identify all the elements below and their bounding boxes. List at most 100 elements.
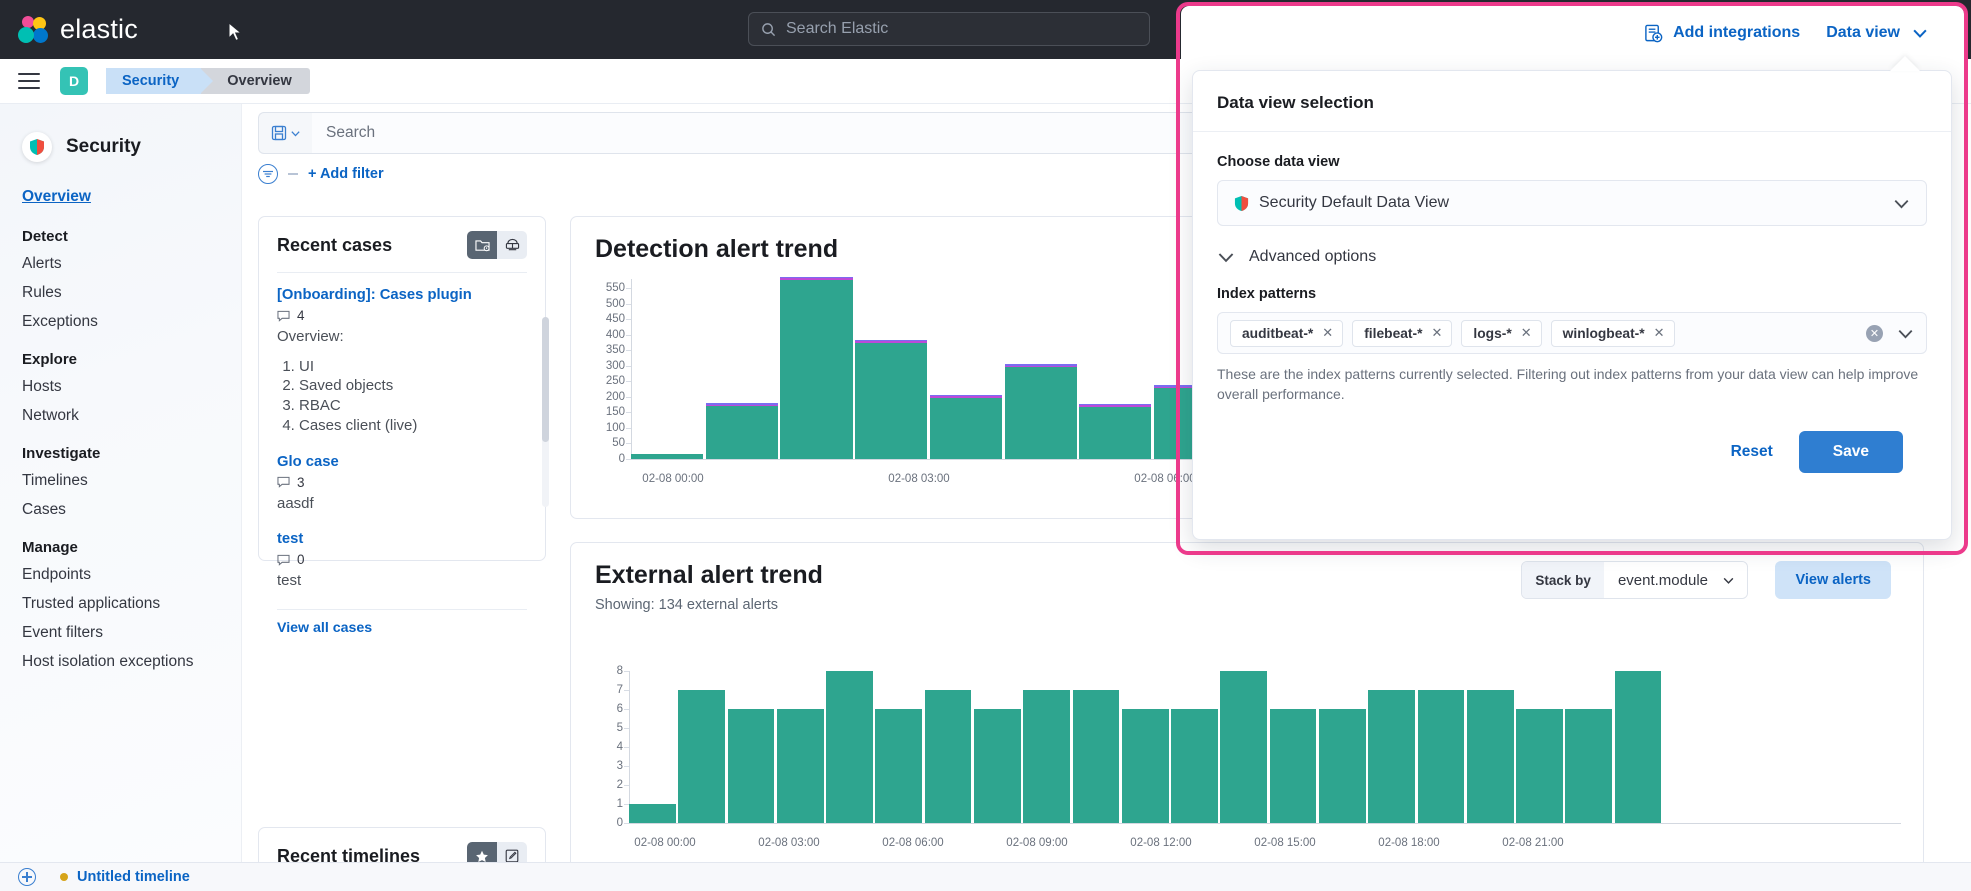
add-timeline-icon[interactable] [18,868,36,886]
case-link[interactable]: [Onboarding]: Cases plugin [277,287,527,303]
elastic-logo-icon [18,15,48,44]
recently-created-cases-icon[interactable] [467,231,497,259]
sidebar-item-trusted-applications[interactable]: Trusted applications [22,595,241,613]
view-all-cases-link[interactable]: View all cases [259,610,545,646]
bar[interactable] [1516,709,1563,823]
breadcrumb-item-overview[interactable]: Overview [201,68,310,94]
reset-button[interactable]: Reset [1731,443,1773,461]
saved-query-button[interactable] [258,112,312,154]
bar-cap-secondary [855,339,928,342]
sidebar-item-event-filters[interactable]: Event filters [22,624,241,642]
data-view-toggle-label: Data view [1826,24,1900,41]
bar[interactable] [1565,709,1613,823]
bar[interactable] [1368,690,1415,823]
sidebar-item-endpoints[interactable]: Endpoints [22,566,241,584]
bar[interactable] [1614,671,1662,823]
bar[interactable] [705,403,778,459]
filter-divider [288,173,298,175]
index-pattern-pill[interactable]: winlogbeat-* ✕ [1550,319,1675,347]
bar[interactable] [1004,364,1077,459]
bar[interactable] [1466,690,1514,823]
x-axis-tick-label: 02-08 03:00 [758,837,820,849]
elastic-logo[interactable]: elastic [18,14,138,45]
data-view-select[interactable]: Security Default Data View [1217,180,1927,226]
sidebar-item-host-isolation-exceptions[interactable]: Host isolation exceptions [22,653,241,671]
bar[interactable] [727,709,775,823]
view-alerts-button[interactable]: View alerts [1775,561,1891,599]
bar[interactable] [1318,709,1366,823]
add-integrations-button[interactable]: Add integrations [1644,24,1800,43]
x-axis-tick-label: 02-08 00:00 [634,837,696,849]
filter-icon[interactable] [258,164,278,184]
stack-by-select[interactable]: Stack by event.module [1521,561,1748,599]
y-axis-tick-label: 200 [605,390,625,403]
untitled-timeline-link[interactable]: Untitled timeline [77,869,190,885]
bar[interactable] [1072,690,1120,823]
case-description-list: UI Saved objects RBAC Cases client (live… [299,357,527,436]
list-item: Glo case 3 aasdf [277,454,527,514]
remove-pill-icon[interactable]: ✕ [1521,325,1532,341]
popover-footer: Reset Save [1217,405,1927,473]
bar[interactable] [780,276,853,459]
advanced-options-toggle[interactable]: Advanced options [1217,248,1927,266]
bar[interactable] [776,709,824,823]
recent-cases-toggle-group [467,231,527,259]
y-axis-tick-label: 1 [616,798,623,810]
bar[interactable] [1220,671,1268,823]
sidebar-group-explore: Explore Hosts Network [22,351,241,425]
bar[interactable] [629,804,676,823]
my-recently-assigned-cases-icon[interactable] [497,231,527,259]
case-link[interactable]: Glo case [277,454,527,470]
x-axis-tick-label: 02-08 18:00 [1378,837,1440,849]
index-pattern-pill[interactable]: filebeat-* ✕ [1352,319,1453,347]
remove-pill-icon[interactable]: ✕ [1322,325,1333,341]
sidebar-item-alerts[interactable]: Alerts [22,255,241,273]
case-link[interactable]: test [277,531,527,547]
bar[interactable] [1417,690,1465,823]
sidebar-item-rules[interactable]: Rules [22,284,241,302]
index-pattern-pill[interactable]: logs-* ✕ [1461,319,1542,347]
bar[interactable] [826,671,873,823]
data-view-selection-popover: Data view selection Choose data view Sec… [1192,70,1952,540]
case-scrollbar-thumb[interactable] [542,317,549,442]
add-filter-button[interactable]: + Add filter [308,166,384,182]
bar[interactable] [678,690,726,823]
sidebar-item-exceptions[interactable]: Exceptions [22,313,241,331]
clear-all-icon[interactable]: ✕ [1866,324,1883,342]
timeline-bottom-bar: Untitled timeline [0,862,1971,891]
sidebar-item-network[interactable]: Network [22,407,241,425]
x-axis-tick-label: 02-08 00:00 [642,473,704,485]
bar[interactable] [1079,403,1152,459]
data-view-toggle-button[interactable]: Data view [1826,24,1928,42]
bar[interactable] [875,709,923,823]
menu-toggle-icon[interactable] [18,73,40,89]
recent-cases-header: Recent cases [259,217,545,259]
x-axis-tick-label: 02-08 03:00 [888,473,950,485]
index-patterns-combobox[interactable]: auditbeat-* ✕ filebeat-* ✕ logs-* ✕ winl… [1217,312,1927,354]
index-pattern-pill[interactable]: auditbeat-* ✕ [1230,319,1344,347]
remove-pill-icon[interactable]: ✕ [1431,325,1442,341]
index-pattern-label: logs-* [1473,325,1512,341]
bar[interactable] [973,709,1021,823]
bar[interactable] [924,690,972,823]
sidebar-item-cases[interactable]: Cases [22,501,241,519]
chevron-down-icon[interactable] [1897,325,1914,342]
data-view-select-value: Security Default Data View [1259,194,1450,211]
save-button[interactable]: Save [1798,430,1903,473]
bar[interactable] [855,339,928,459]
security-shield-icon [22,132,52,162]
bar[interactable] [929,394,1003,459]
sidebar-item-timelines[interactable]: Timelines [22,472,241,490]
space-avatar[interactable]: D [60,67,88,95]
bar[interactable] [1269,709,1317,823]
breadcrumb-item-security[interactable]: Security [106,68,214,94]
sidebar-group-investigate: Investigate Timelines Cases [22,445,241,519]
sidebar-item-overview[interactable]: Overview [22,188,91,206]
bar[interactable] [1171,709,1218,823]
global-search-input[interactable]: Search Elastic [748,12,1150,46]
remove-pill-icon[interactable]: ✕ [1654,325,1665,341]
bar[interactable] [1121,709,1169,823]
sidebar-item-hosts[interactable]: Hosts [22,378,241,396]
recent-cases-list: [Onboarding]: Cases plugin 4 Overview: U… [259,273,549,591]
bar[interactable] [1023,690,1071,823]
